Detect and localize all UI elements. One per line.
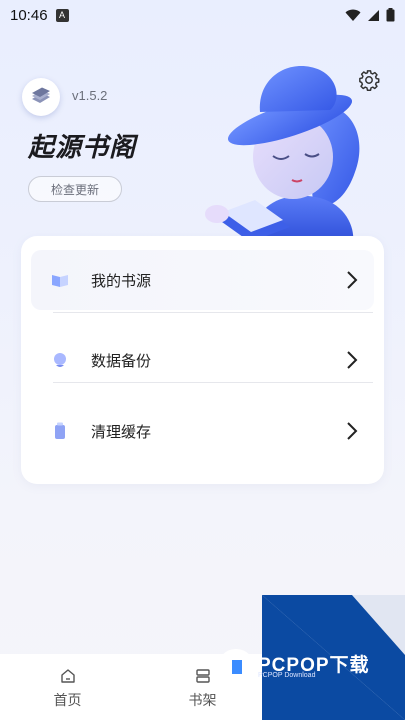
tab-label: 书架 <box>188 693 217 709</box>
check-update-button[interactable]: 检查更新 <box>28 176 122 202</box>
divider <box>53 312 373 313</box>
menu-item-data-backup[interactable]: 数据备份 <box>31 330 374 390</box>
gear-icon <box>359 70 380 91</box>
clean-cache-icon <box>51 422 69 440</box>
menu-item-label: 清理缓存 <box>91 422 152 441</box>
watermark-subtitle: PCPOP Download <box>258 672 316 679</box>
books-stack-icon <box>32 87 50 103</box>
tab-home[interactable]: 首页 <box>0 654 135 720</box>
settings-menu-card: 我的书源 数据备份 清理缓存 <box>21 236 384 484</box>
settings-button[interactable] <box>356 67 382 93</box>
home-icon <box>60 669 75 683</box>
profile-header: v1.5.2 起源书阁 检查更新 <box>0 30 405 242</box>
app-logo <box>22 78 60 116</box>
menu-item-label: 数据备份 <box>91 351 152 370</box>
app-name: 起源书阁 <box>28 133 137 163</box>
wifi-icon <box>345 9 361 21</box>
backup-icon <box>51 351 69 369</box>
status-time: 10:46 <box>10 6 48 24</box>
tab-label: 首页 <box>53 693 82 709</box>
battery-icon <box>386 8 395 22</box>
divider <box>53 382 373 383</box>
menu-item-book-source[interactable]: 我的书源 <box>31 250 374 310</box>
chevron-right-icon <box>347 422 358 440</box>
menu-item-label: 我的书源 <box>91 271 152 290</box>
bookshelf-icon <box>195 669 210 683</box>
chevron-right-icon <box>347 271 358 289</box>
status-indicators <box>345 8 395 22</box>
status-bar: 10:46 A <box>0 0 405 30</box>
app-version: v1.5.2 <box>72 88 108 103</box>
book-source-icon <box>51 271 69 289</box>
notification-icon: A <box>55 8 69 22</box>
menu-item-clean-cache[interactable]: 清理缓存 <box>31 401 374 461</box>
cellular-icon <box>368 9 379 21</box>
chevron-right-icon <box>347 351 358 369</box>
